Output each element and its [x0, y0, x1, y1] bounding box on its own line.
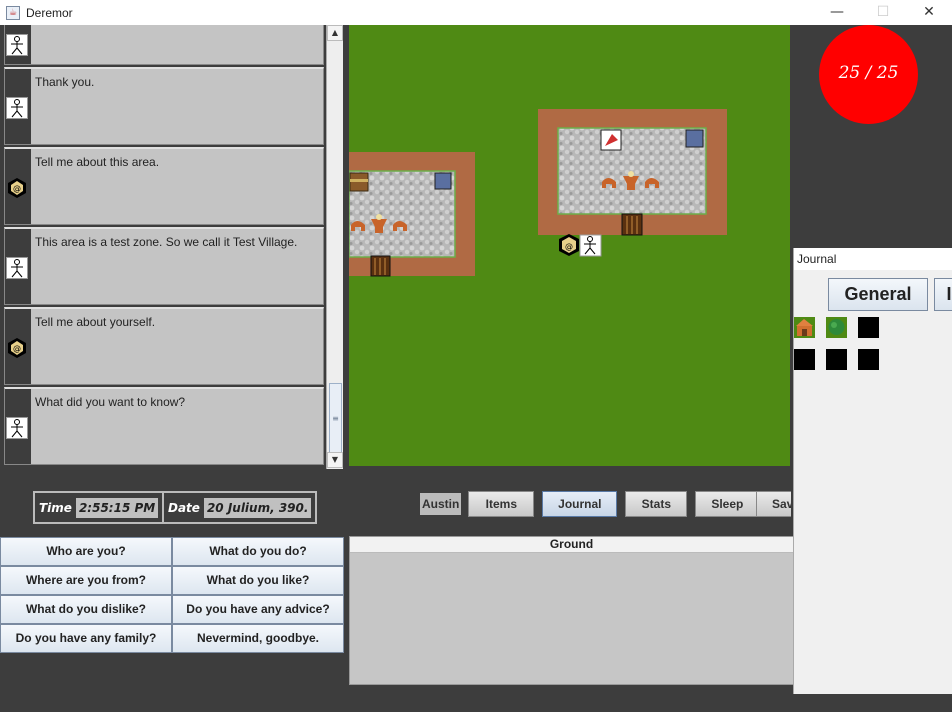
ask-who-button[interactable]: Who are you? — [0, 537, 172, 566]
close-button[interactable]: ✕ — [906, 0, 952, 25]
building-right — [538, 109, 727, 236]
sleep-button[interactable]: Sleep — [695, 491, 760, 517]
empty-slot[interactable] — [794, 349, 815, 370]
chat-message: @ Tell me about this area. — [4, 147, 324, 225]
house-tile-icon[interactable] — [794, 317, 815, 338]
player-sprite: @ — [559, 234, 579, 256]
player-avatar-icon: @ — [6, 177, 28, 199]
bookshelf-icon — [685, 129, 704, 148]
ground-panel[interactable]: Ground — [349, 536, 794, 685]
ask-advice-button[interactable]: Do you have any advice? — [172, 595, 344, 624]
chat-message: Thank you. — [4, 67, 324, 145]
npc-avatar-icon — [6, 417, 28, 439]
goodbye-button[interactable]: Nevermind, goodbye. — [172, 624, 344, 653]
svg-text:@: @ — [565, 242, 573, 251]
empty-slot[interactable] — [858, 349, 879, 370]
chat-log: Thank you. @ Tell me about this area. Th… — [0, 25, 344, 469]
chat-message-text: Thank you. — [35, 75, 95, 89]
npc-sprite — [579, 234, 602, 257]
ask-dislikes-button[interactable]: What do you dislike? — [0, 595, 172, 624]
dialogue-options: Who are you? What do you do? Where are y… — [0, 537, 344, 653]
items-button[interactable]: Items — [468, 491, 535, 517]
stats-button[interactable]: Stats — [625, 491, 688, 517]
chat-message — [4, 25, 324, 65]
chat-message-text: Tell me about this area. — [35, 155, 160, 169]
time-display: Time 2:55:15 PM — [33, 491, 165, 524]
ask-family-button[interactable]: Do you have any family? — [0, 624, 172, 653]
journal-window[interactable]: Journal General I — [793, 248, 952, 694]
save-button[interactable]: Save — [756, 491, 791, 517]
player-avatar-icon: @ — [6, 337, 28, 359]
ground-header: Ground — [350, 537, 793, 553]
svg-text:@: @ — [13, 344, 21, 353]
journal-button[interactable]: Journal — [542, 491, 618, 517]
bookshelf-icon — [434, 172, 452, 190]
chat-message: This area is a test zone. So we call it … — [4, 227, 324, 305]
npc-avatar-icon — [6, 34, 28, 56]
chat-scrollbar[interactable]: ▲ ≡ ▼ — [326, 25, 343, 469]
npc-avatar-icon — [6, 97, 28, 119]
svg-text:@: @ — [13, 184, 21, 193]
action-toolbar: Austin Items Journal Stats Sleep — [420, 490, 767, 518]
time-label: Time — [39, 500, 72, 515]
ask-where-from-button[interactable]: Where are you from? — [0, 566, 172, 595]
scroll-thumb[interactable]: ≡ — [329, 383, 342, 453]
tree-tile-icon[interactable] — [826, 317, 847, 338]
time-value: 2:55:15 PM — [75, 497, 159, 518]
chat-message-text: This area is a test zone. So we call it … — [35, 235, 298, 249]
journal-title: Journal — [794, 248, 952, 270]
empty-slot[interactable] — [858, 317, 879, 338]
ask-likes-button[interactable]: What do you like? — [172, 566, 344, 595]
date-label: Date — [168, 500, 200, 515]
save-button-clip: Save — [756, 491, 791, 517]
game-map[interactable]: @ — [348, 25, 790, 466]
scroll-up-icon[interactable]: ▲ — [327, 25, 343, 41]
tab-next[interactable]: I — [934, 278, 952, 311]
scroll-down-icon[interactable]: ▼ — [327, 452, 343, 468]
maximize-button[interactable]: ☐ — [860, 0, 906, 25]
chat-message: @ Tell me about yourself. — [4, 307, 324, 385]
java-app-icon: ☕ — [6, 5, 20, 20]
ask-what-do-button[interactable]: What do you do? — [172, 537, 344, 566]
window-title: Deremor — [26, 5, 73, 20]
title-bar: ☕ Deremor — ☐ ✕ — [0, 0, 952, 25]
building-left — [348, 152, 475, 277]
npc-avatar-icon — [6, 257, 28, 279]
empty-slot[interactable] — [826, 349, 847, 370]
health-orb: 25 / 25 — [819, 25, 918, 124]
map-canvas: @ — [348, 109, 727, 277]
chat-message-text: Tell me about yourself. — [35, 315, 156, 329]
chat-message: What did you want to know? — [4, 387, 324, 465]
date-value: 20 Julium, 390. — [203, 497, 312, 518]
player-name: Austin — [420, 493, 462, 515]
minimize-button[interactable]: — — [814, 0, 860, 25]
chat-message-text: What did you want to know? — [35, 395, 186, 409]
tab-general[interactable]: General — [828, 278, 928, 311]
date-display: Date 20 Julium, 390. — [162, 491, 318, 524]
